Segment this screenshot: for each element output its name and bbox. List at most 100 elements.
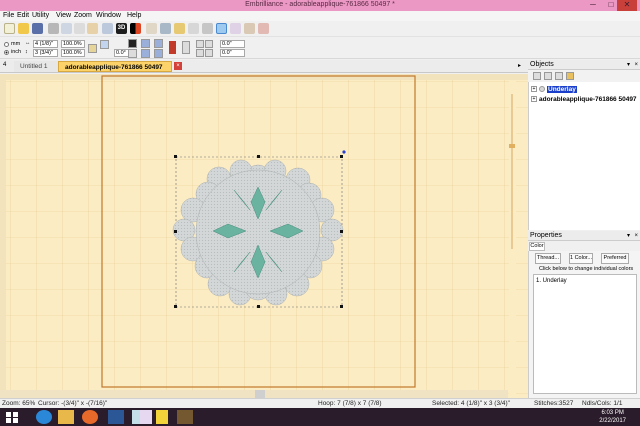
minimize-button[interactable]: ─: [583, 0, 603, 11]
new-icon[interactable]: [4, 23, 15, 34]
system-clock[interactable]: 6:03 PM 2/22/2017: [599, 409, 626, 425]
flip-icon[interactable]: [182, 41, 190, 54]
lock-icon[interactable]: [555, 72, 563, 80]
tab-untitled[interactable]: Untitled 1: [14, 61, 58, 72]
design-canvas[interactable]: [0, 74, 528, 398]
lock-aspect-icon[interactable]: [88, 44, 97, 53]
expand-icon[interactable]: +: [531, 86, 537, 93]
pos-x-stepper[interactable]: [196, 40, 204, 48]
measure-icon[interactable]: [174, 23, 185, 34]
open-icon[interactable]: [18, 23, 29, 34]
align-middle-icon[interactable]: [141, 49, 150, 58]
ungroup-icon[interactable]: [544, 72, 552, 80]
tab-nav-right[interactable]: ▸: [518, 62, 521, 69]
scale-y-field[interactable]: 100.0%: [61, 49, 85, 57]
clock-time: 6:03 PM: [601, 410, 624, 416]
tab-active-design[interactable]: adorableapplique-761866 50497 *: [58, 61, 172, 82]
zoom-icon[interactable]: [146, 23, 157, 34]
panel-close-icon[interactable]: ×: [634, 60, 638, 70]
menu-edit[interactable]: Edit: [17, 12, 29, 19]
ie-icon[interactable]: [36, 410, 52, 424]
tab-nav-left[interactable]: 4: [3, 62, 6, 68]
height-field[interactable]: 3 (3/4)": [33, 49, 58, 57]
print-icon[interactable]: [48, 23, 59, 34]
thread-button[interactable]: Thread...: [535, 253, 561, 264]
windows-start-icon[interactable]: [4, 410, 20, 424]
pointer-icon[interactable]: [216, 23, 227, 34]
close-button[interactable]: ✕: [617, 0, 637, 11]
paste-icon[interactable]: [87, 23, 98, 34]
lasso-icon[interactable]: [230, 23, 241, 34]
pos-x-field[interactable]: 0.0": [220, 40, 245, 48]
properties-panel-header: Properties ▾ ×: [528, 231, 640, 241]
text-icon[interactable]: [244, 23, 255, 34]
thread-icon[interactable]: [130, 23, 141, 34]
horizontal-scroll-thumb[interactable]: [255, 390, 265, 398]
pan-icon[interactable]: [202, 23, 213, 34]
title-bar: Embrilliance - adorableapplique-761866 5…: [0, 0, 640, 11]
menu-help[interactable]: Help: [127, 12, 141, 19]
objects-panel-header: Objects ▾ ×: [528, 60, 640, 70]
pos-x-stepper-2[interactable]: [205, 40, 213, 48]
3d-icon[interactable]: 3D: [116, 23, 127, 34]
grid-icon[interactable]: [188, 23, 199, 34]
group-icon[interactable]: [533, 72, 541, 80]
canvas-svg[interactable]: [0, 74, 528, 398]
undo-icon[interactable]: [102, 23, 113, 34]
save-icon[interactable]: [32, 23, 43, 34]
menu-utility[interactable]: Utility: [32, 12, 49, 19]
pos-y-stepper-2[interactable]: [205, 49, 213, 57]
color-hint: Click below to change individual colors: [539, 266, 634, 272]
objects-tree: + Underlay + adorableapplique-761866 50497: [528, 82, 640, 230]
color-list-item[interactable]: 1. Underlay: [536, 278, 567, 284]
select-icon[interactable]: [160, 23, 171, 34]
align-right-icon[interactable]: [154, 39, 163, 48]
unlock-icon[interactable]: [566, 72, 574, 80]
word-icon[interactable]: [108, 410, 124, 424]
panel-pin-icon[interactable]: ▾: [627, 231, 630, 241]
status-bar: Zoom: 65% Cursor: -(3/4)" x -(7/16)" Hoo…: [0, 398, 640, 408]
pos-y-field[interactable]: 0.0": [220, 49, 245, 57]
sew-icon[interactable]: [258, 23, 269, 34]
tab-color[interactable]: Color: [529, 242, 545, 251]
menu-view[interactable]: View: [56, 12, 71, 19]
firefox-icon[interactable]: [82, 410, 98, 424]
sticky-icon[interactable]: [156, 410, 168, 424]
cut-icon[interactable]: [61, 23, 72, 34]
tree-item-design[interactable]: + adorableapplique-761866 50497: [531, 96, 637, 103]
align-left-icon[interactable]: [128, 39, 137, 48]
tab-close-button[interactable]: ×: [174, 62, 182, 70]
unit-inch-radio[interactable]: [4, 50, 9, 55]
width-field[interactable]: 4 (1/8)": [33, 40, 58, 48]
mirror-icon[interactable]: [169, 41, 176, 54]
menu-window[interactable]: Window: [96, 12, 121, 19]
align-top-icon[interactable]: [128, 49, 137, 58]
app-icon[interactable]: [140, 410, 152, 424]
property-toolbar: mm inch ↔ 4 (1/8)" ↕ 3 (3/4)" 100.0% 100…: [0, 37, 640, 59]
one-color-button[interactable]: 1 Color...: [569, 253, 593, 264]
panel-close-icon[interactable]: ×: [634, 231, 638, 241]
rotate-handle[interactable]: [342, 150, 346, 154]
scale-x-field[interactable]: 100.0%: [61, 40, 85, 48]
pos-y-stepper[interactable]: [196, 49, 204, 57]
zoom-slider-thumb[interactable]: [509, 144, 515, 148]
rotate-icon[interactable]: [100, 40, 109, 49]
copy-icon[interactable]: [74, 23, 85, 34]
menu-zoom[interactable]: Zoom: [74, 12, 92, 19]
align-center-icon[interactable]: [141, 39, 150, 48]
document-tabs: 4 Untitled 1 adorableapplique-761866 504…: [0, 60, 528, 82]
window-title: Embrilliance - adorableapplique-761866 5…: [245, 1, 395, 8]
folder-icon[interactable]: [58, 410, 74, 424]
align-bottom-icon[interactable]: [154, 49, 163, 58]
menu-file[interactable]: File: [3, 12, 14, 19]
left-ruler: [0, 74, 6, 398]
preferred-button[interactable]: Preferred: [601, 253, 629, 264]
status-cursor: Cursor: -(3/4)" x -(7/16)": [38, 400, 108, 407]
unit-mm-radio[interactable]: [4, 42, 9, 47]
properties-body: Thread... 1 Color... Preferred Click bel…: [528, 251, 640, 398]
embrilliance-icon[interactable]: [177, 410, 193, 424]
horizontal-scroll-track[interactable]: [0, 390, 508, 398]
panel-pin-icon[interactable]: ▾: [627, 60, 630, 70]
expand-icon[interactable]: +: [531, 96, 537, 103]
tree-item-underlay[interactable]: + Underlay: [531, 86, 577, 93]
